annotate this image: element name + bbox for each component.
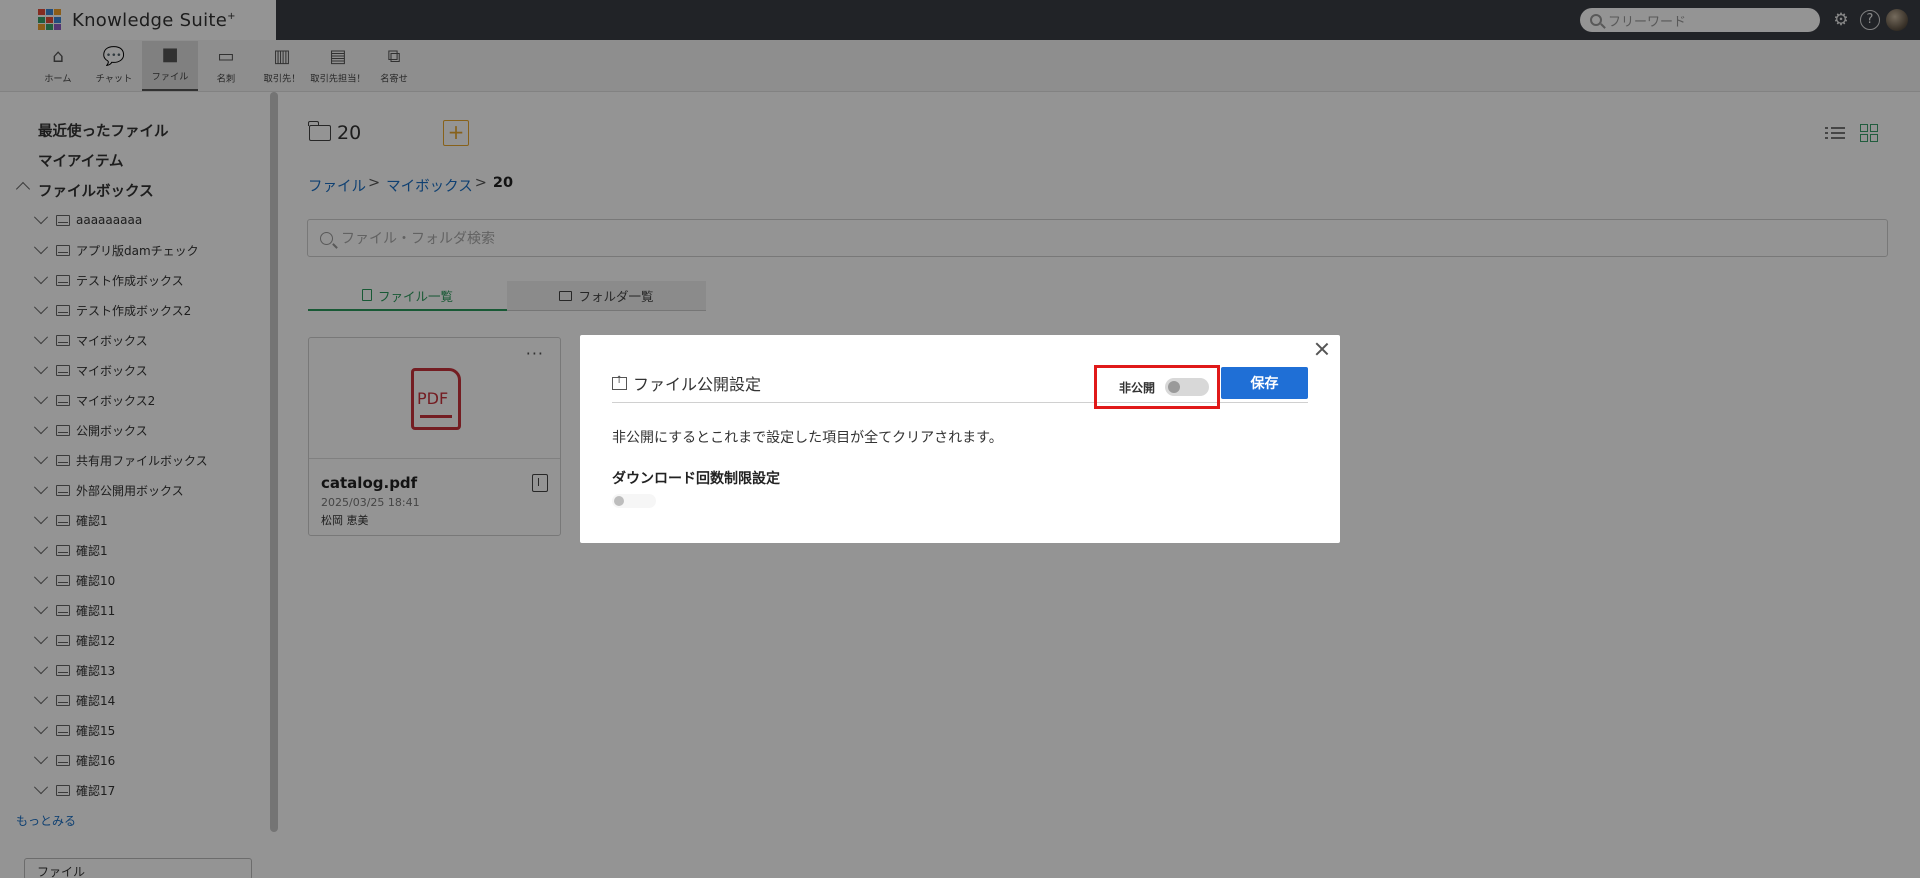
upload-icon xyxy=(612,375,627,390)
modal-title-text: ファイル公開設定 xyxy=(633,375,762,394)
download-limit-label: ダウンロード回数制限設定 xyxy=(612,471,780,487)
close-icon[interactable] xyxy=(1314,341,1330,357)
visibility-toggle[interactable] xyxy=(1165,378,1210,396)
private-warning-note: 非公開にするとこれまで設定した項目が全てクリアされます。 xyxy=(612,430,1003,446)
toggle-knob xyxy=(614,496,624,506)
toggle-knob xyxy=(1168,381,1181,393)
download-limit-toggle[interactable] xyxy=(612,494,656,508)
visibility-toggle-highlight: 非公開 xyxy=(1094,365,1220,409)
file-publish-settings-modal: ファイル公開設定 非公開 保存 非公開にするとこれまで設定した項目が全てクリアさ… xyxy=(580,335,1340,543)
visibility-toggle-label: 非公開 xyxy=(1119,380,1156,395)
modal-title: ファイル公開設定 xyxy=(612,371,761,395)
save-button[interactable]: 保存 xyxy=(1221,367,1308,399)
